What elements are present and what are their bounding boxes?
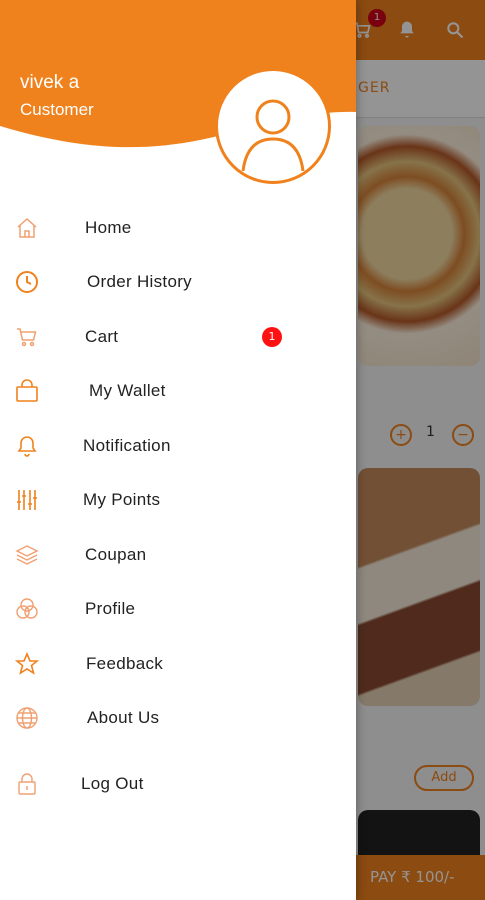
avatar[interactable] <box>215 68 331 184</box>
menu-item-notification[interactable]: Notification <box>0 421 356 471</box>
layers-icon <box>15 543 39 567</box>
cart-icon <box>15 325 39 349</box>
menu-item-coupan[interactable]: Coupan <box>0 530 356 580</box>
menu-label: Profile <box>85 599 136 618</box>
menu-item-about-us[interactable]: About Us <box>0 693 356 743</box>
menu-label: Order History <box>87 272 192 291</box>
menu-item-profile[interactable]: Profile <box>0 584 356 634</box>
menu-label: Coupan <box>85 545 147 564</box>
menu-label: Log Out <box>81 774 144 793</box>
user-avatar-icon <box>241 99 305 172</box>
bell-icon <box>15 434 39 458</box>
navigation-drawer: vivek a Customer Home Order History Cart… <box>0 0 356 900</box>
menu-label: My Wallet <box>89 381 166 400</box>
menu-label: Feedback <box>86 654 164 673</box>
user-name: vivek a <box>20 72 80 93</box>
drawer-header: vivek a Customer <box>0 0 356 200</box>
menu-item-log-out[interactable]: Log Out <box>0 759 356 809</box>
menu-item-order-history[interactable]: Order History <box>0 257 356 307</box>
cart-badge: 1 <box>262 327 282 347</box>
wallet-bag-icon <box>15 379 39 403</box>
menu-label: Cart <box>85 327 119 346</box>
menu-item-cart[interactable]: Cart 1 <box>0 312 356 362</box>
user-role: Customer <box>20 100 94 119</box>
menu-label: About Us <box>87 708 160 727</box>
sliders-icon <box>15 488 39 512</box>
star-icon <box>15 652 39 676</box>
lock-icon <box>15 772 39 796</box>
home-icon <box>15 216 39 240</box>
clock-icon <box>15 270 39 294</box>
menu-label: My Points <box>83 490 161 509</box>
menu-item-feedback[interactable]: Feedback <box>0 639 356 689</box>
menu-item-my-points[interactable]: My Points <box>0 475 356 525</box>
circles-icon <box>15 597 39 621</box>
menu-label: Home <box>85 218 132 237</box>
menu-item-my-wallet[interactable]: My Wallet <box>0 366 356 416</box>
globe-icon <box>15 706 39 730</box>
menu-item-home[interactable]: Home <box>0 203 356 253</box>
menu-label: Notification <box>83 436 171 455</box>
